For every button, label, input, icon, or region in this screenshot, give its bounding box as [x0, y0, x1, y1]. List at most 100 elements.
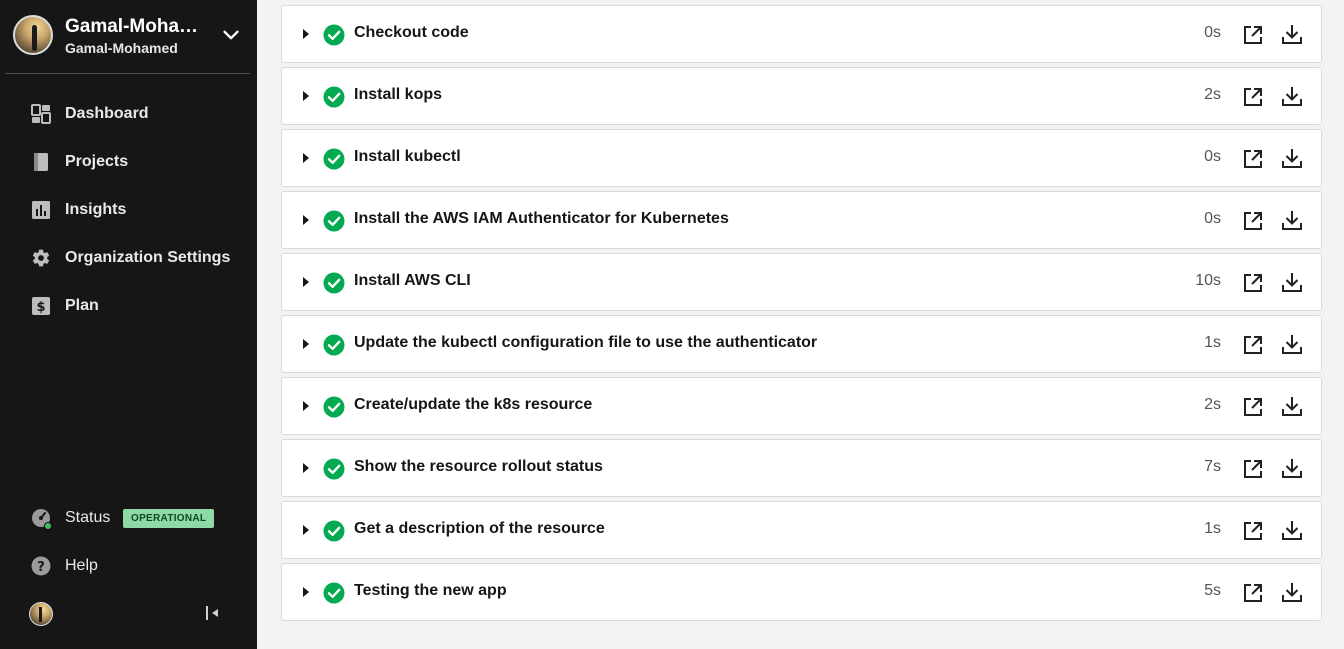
success-check-icon	[323, 458, 345, 480]
job-steps-panel: Checkout code 0s Install kops 2s Install…	[257, 0, 1344, 649]
sidebar-item-label: Dashboard	[65, 105, 149, 122]
dashboard-icon	[31, 104, 51, 124]
open-in-new-icon[interactable]	[1242, 458, 1264, 480]
open-in-new-icon[interactable]	[1242, 148, 1264, 170]
sidebar-item-insights[interactable]: Insights	[0, 190, 257, 230]
status-link[interactable]: Status OPERATIONAL	[0, 503, 257, 533]
step-row[interactable]: Checkout code 0s	[281, 5, 1322, 63]
sidebar-divider	[5, 73, 250, 74]
chevron-down-icon[interactable]	[220, 24, 242, 46]
dollar-icon: $	[32, 297, 50, 315]
projects-icon	[34, 153, 48, 171]
help-icon: ?	[31, 556, 51, 576]
step-duration: 0s	[1204, 148, 1221, 165]
success-check-icon	[323, 334, 345, 356]
step-name: Testing the new app	[354, 582, 507, 599]
sidebar-item-plan[interactable]: $ Plan	[0, 286, 257, 326]
download-icon[interactable]	[1280, 580, 1304, 604]
step-duration: 0s	[1204, 24, 1221, 41]
expand-caret-icon[interactable]	[303, 215, 309, 225]
step-name: Get a description of the resource	[354, 520, 605, 537]
step-row[interactable]: Install the AWS IAM Authenticator for Ku…	[281, 191, 1322, 249]
open-in-new-icon[interactable]	[1242, 272, 1264, 294]
download-icon[interactable]	[1280, 84, 1304, 108]
success-check-icon	[323, 520, 345, 542]
step-duration: 10s	[1195, 272, 1221, 289]
insights-icon	[32, 201, 50, 219]
open-in-new-icon[interactable]	[1242, 24, 1264, 46]
help-label: Help	[65, 557, 98, 574]
sidebar-item-label: Projects	[65, 153, 129, 170]
step-duration: 5s	[1204, 582, 1221, 599]
status-badge: OPERATIONAL	[123, 509, 215, 528]
step-row[interactable]: Testing the new app 5s	[281, 563, 1322, 621]
user-avatar[interactable]	[29, 602, 53, 626]
success-check-icon	[323, 24, 345, 46]
success-check-icon	[323, 86, 345, 108]
success-check-icon	[323, 148, 345, 170]
expand-caret-icon[interactable]	[303, 587, 309, 597]
svg-text:?: ?	[37, 560, 45, 575]
success-check-icon	[323, 582, 345, 604]
org-subname: Gamal-Mohamed	[65, 40, 178, 56]
download-icon[interactable]	[1280, 146, 1304, 170]
expand-caret-icon[interactable]	[303, 525, 309, 535]
collapse-sidebar-icon[interactable]	[203, 603, 223, 623]
step-duration: 7s	[1204, 458, 1221, 475]
download-icon[interactable]	[1280, 456, 1304, 480]
step-name: Install AWS CLI	[354, 272, 471, 289]
step-row[interactable]: Install AWS CLI 10s	[281, 253, 1322, 311]
open-in-new-icon[interactable]	[1242, 86, 1264, 108]
download-icon[interactable]	[1280, 208, 1304, 232]
step-row[interactable]: Get a description of the resource 1s	[281, 501, 1322, 559]
sidebar-item-label: Plan	[65, 297, 99, 314]
step-name: Show the resource rollout status	[354, 458, 603, 475]
download-icon[interactable]	[1280, 22, 1304, 46]
sidebar-item-label: Insights	[65, 201, 127, 218]
open-in-new-icon[interactable]	[1242, 396, 1264, 418]
success-check-icon	[323, 272, 345, 294]
download-icon[interactable]	[1280, 332, 1304, 356]
sidebar-item-label: Organization Settings	[65, 249, 231, 266]
step-name: Install kops	[354, 86, 443, 103]
open-in-new-icon[interactable]	[1242, 582, 1264, 604]
step-name: Checkout code	[354, 24, 469, 41]
sidebar: Gamal-Moha… Gamal-Mohamed Dashboard Proj…	[0, 0, 257, 649]
step-row[interactable]: Install kops 2s	[281, 67, 1322, 125]
expand-caret-icon[interactable]	[303, 339, 309, 349]
step-row[interactable]: Create/update the k8s resource 2s	[281, 377, 1322, 435]
open-in-new-icon[interactable]	[1242, 520, 1264, 542]
success-check-icon	[323, 396, 345, 418]
step-name: Create/update the k8s resource	[354, 396, 593, 413]
step-duration: 2s	[1204, 396, 1221, 413]
step-name: Install kubectl	[354, 148, 461, 165]
download-icon[interactable]	[1280, 270, 1304, 294]
open-in-new-icon[interactable]	[1242, 334, 1264, 356]
expand-caret-icon[interactable]	[303, 401, 309, 411]
step-row[interactable]: Show the resource rollout status 7s	[281, 439, 1322, 497]
open-in-new-icon[interactable]	[1242, 210, 1264, 232]
download-icon[interactable]	[1280, 518, 1304, 542]
sidebar-item-projects[interactable]: Projects	[0, 142, 257, 182]
org-avatar	[13, 15, 53, 55]
expand-caret-icon[interactable]	[303, 91, 309, 101]
download-icon[interactable]	[1280, 394, 1304, 418]
step-row[interactable]: Update the kubectl configuration file to…	[281, 315, 1322, 373]
expand-caret-icon[interactable]	[303, 29, 309, 39]
help-link[interactable]: ? Help	[0, 551, 257, 581]
step-name: Update the kubectl configuration file to…	[354, 334, 818, 351]
org-name: Gamal-Moha…	[65, 16, 199, 37]
sidebar-item-dashboard[interactable]: Dashboard	[0, 94, 257, 134]
expand-caret-icon[interactable]	[303, 277, 309, 287]
expand-caret-icon[interactable]	[303, 153, 309, 163]
step-name: Install the AWS IAM Authenticator for Ku…	[354, 210, 729, 227]
gear-icon	[32, 249, 50, 267]
step-duration: 1s	[1204, 334, 1221, 351]
step-duration: 1s	[1204, 520, 1221, 537]
sidebar-item-organization-settings[interactable]: Organization Settings	[0, 238, 257, 278]
org-switcher[interactable]: Gamal-Moha… Gamal-Mohamed	[0, 0, 257, 73]
step-row[interactable]: Install kubectl 0s	[281, 129, 1322, 187]
step-duration: 2s	[1204, 86, 1221, 103]
success-check-icon	[323, 210, 345, 232]
expand-caret-icon[interactable]	[303, 463, 309, 473]
